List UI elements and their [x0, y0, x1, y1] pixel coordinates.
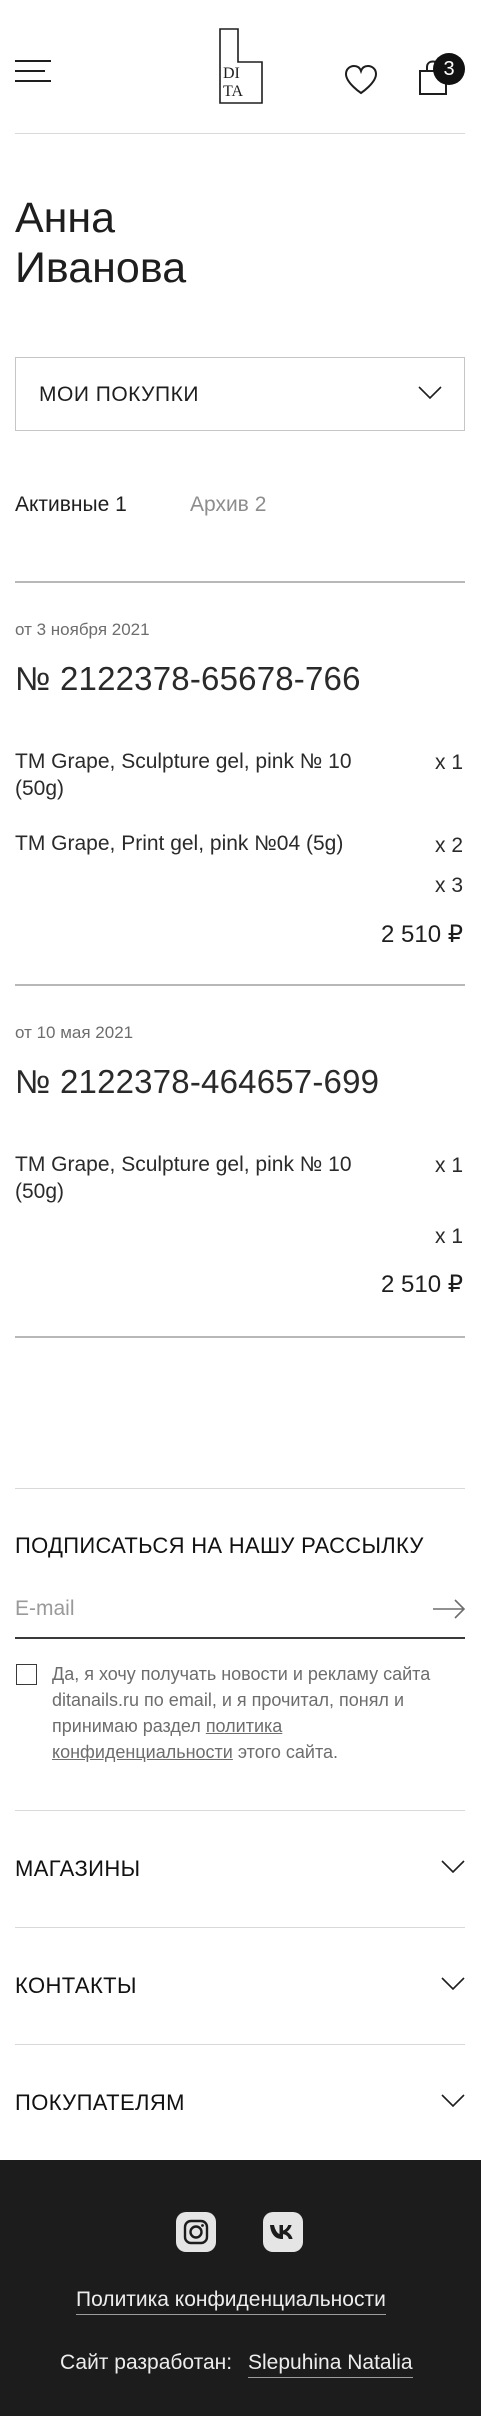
- menu-icon[interactable]: [15, 58, 51, 84]
- cart-count-badge: 3: [433, 53, 465, 85]
- accordion-divider: [15, 1810, 465, 1811]
- accordion-divider: [15, 1927, 465, 1928]
- arrow-right-icon[interactable]: [432, 1598, 466, 1620]
- tab-active-orders[interactable]: Активные 1: [15, 493, 127, 517]
- developer-link[interactable]: Slepuhina Natalia: [248, 2351, 413, 2378]
- accordion-label: ПОКУПАТЕЛЯМ: [15, 2090, 185, 2115]
- consent-text: Да, я хочу получать новости и рекламу са…: [52, 1661, 462, 1765]
- heart-icon[interactable]: [344, 64, 378, 96]
- order-item-name: TM Grape, Print gel, pink №04 (5g): [15, 832, 344, 855]
- privacy-policy-footer-link[interactable]: Политика конфиденциальности: [76, 2288, 386, 2315]
- tab-label: Активные: [15, 493, 110, 516]
- dita-logo[interactable]: DI TA: [218, 28, 264, 104]
- tab-label: Архив: [190, 493, 249, 516]
- accordion-contacts[interactable]: КОНТАКТЫ: [15, 1967, 465, 2007]
- accordion-divider: [15, 2044, 465, 2045]
- subscribe-title: ПОДПИСАТЬСЯ НА НАШУ РАССЫЛКУ: [15, 1533, 424, 1558]
- order-number: № 2122378-464657-699: [15, 1063, 380, 1100]
- page-title: Анна Иванова: [15, 193, 186, 293]
- consent-checkbox[interactable]: [16, 1664, 37, 1685]
- order-item-qty: x 2: [434, 834, 463, 857]
- header-divider: [15, 133, 465, 134]
- tab-count: 1: [115, 493, 127, 516]
- order-date: от 3 ноября 2021: [15, 620, 150, 639]
- chevron-down-icon: [441, 1977, 465, 1991]
- site-footer: Политика конфиденциальности Сайт разрабо…: [0, 2160, 481, 2416]
- order-item-name: TM Grape, Sculpture gel, pink № 10 (50g): [15, 1153, 352, 1203]
- tab-archive-orders[interactable]: Архив 2: [190, 493, 266, 517]
- email-underline: [15, 1637, 465, 1639]
- email-field[interactable]: [15, 1593, 415, 1625]
- developer-prefix: Сайт разработан:: [60, 2351, 233, 2374]
- order-total: 2 510 ₽: [381, 1271, 463, 1298]
- logo-text-top: DI: [223, 65, 240, 82]
- chevron-down-icon: [441, 1860, 465, 1874]
- order-item-qty: x 1: [434, 1154, 463, 1177]
- subscribe-divider: [15, 1488, 465, 1489]
- logo-text-bottom: TA: [223, 83, 243, 100]
- user-first-name: Анна: [15, 194, 116, 242]
- order-item-name: TM Grape, Sculpture gel, pink № 10 (50g): [15, 750, 352, 800]
- site-header: DI TA 3: [0, 0, 481, 133]
- consent-suffix: этого сайта.: [237, 1742, 339, 1762]
- order-item-qty: x 1: [434, 751, 463, 774]
- section-select-label: МОИ ПОКУПКИ: [39, 383, 199, 406]
- order-date: от 10 мая 2021: [15, 1023, 134, 1042]
- chevron-down-icon: [418, 386, 442, 400]
- order-number: № 2122378-65678-766: [15, 660, 361, 697]
- user-last-name: Иванова: [15, 244, 187, 292]
- order-item-qty: x 3: [434, 874, 463, 897]
- order-divider: [15, 1336, 465, 1338]
- chevron-down-icon: [441, 2094, 465, 2108]
- order-item-qty: x 1: [434, 1225, 463, 1248]
- accordion-customers[interactable]: ПОКУПАТЕЛЯМ: [15, 2084, 465, 2124]
- accordion-label: КОНТАКТЫ: [15, 1973, 137, 1998]
- instagram-icon[interactable]: [176, 2212, 216, 2252]
- section-select[interactable]: МОИ ПОКУПКИ: [15, 357, 465, 431]
- order-divider: [15, 984, 465, 986]
- tabs-divider: [15, 581, 465, 583]
- accordion-stores[interactable]: МАГАЗИНЫ: [15, 1850, 465, 1890]
- vk-icon[interactable]: [263, 2212, 303, 2252]
- tab-count: 2: [254, 493, 267, 516]
- order-total: 2 510 ₽: [381, 921, 463, 948]
- accordion-label: МАГАЗИНЫ: [15, 1856, 141, 1881]
